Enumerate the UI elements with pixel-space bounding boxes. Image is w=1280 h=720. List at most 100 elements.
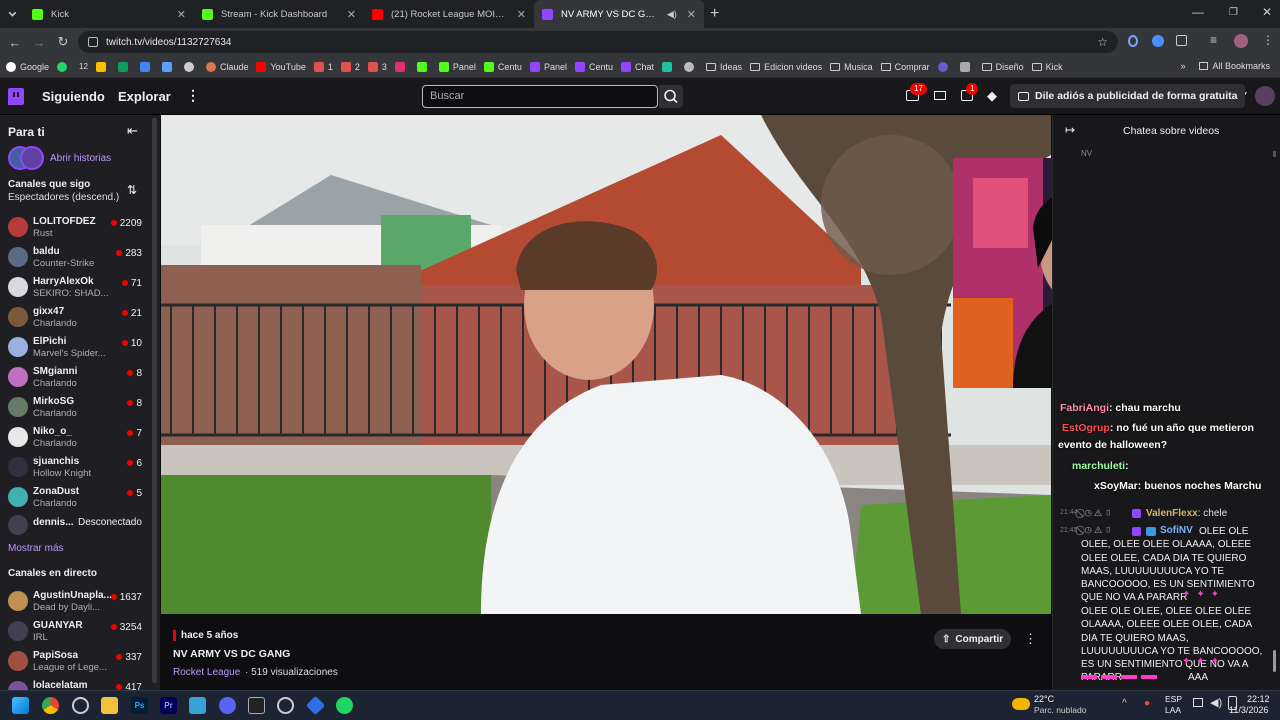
search-input[interactable]: Buscar [422,85,658,108]
windows-start-icon[interactable] [12,697,29,714]
bookmark[interactable] [95,61,110,72]
bookmark[interactable] [57,61,71,72]
notepad-icon[interactable] [189,697,206,714]
bookmark[interactable]: Google [6,61,49,72]
nav-browse[interactable]: Explorar [118,89,171,104]
collapse-sidebar-icon[interactable]: ⇤ [127,123,138,139]
bookmark[interactable]: 12 [79,62,88,71]
sidebar-channel[interactable]: SMgianni Charlando 8 [8,363,148,393]
all-bookmarks[interactable]: » All Bookmarks [1180,61,1270,71]
bookmark-folder[interactable]: Musica [830,62,873,72]
microphone-icon[interactable]: ● [1144,698,1150,709]
collapse-chat-icon[interactable]: ↦ [1065,123,1075,137]
browser-tab[interactable]: (21) Rocket League MOIMENTS✕ [364,0,534,28]
show-more-link[interactable]: Mostrar más [8,543,64,554]
reload-icon[interactable]: ↻ [51,34,75,50]
forward-icon[interactable]: → [27,35,51,50]
spotify-icon[interactable] [336,697,353,714]
bookmark[interactable] [394,61,409,72]
audio-icon[interactable]: ◀) [667,9,677,20]
sidebar-channel[interactable]: sjuanchis Hollow Knight 6 [8,453,148,483]
video-category-link[interactable]: Rocket League [173,667,240,678]
bookmark[interactable] [139,61,154,72]
open-stories-link[interactable]: Abrir historias [50,153,111,164]
bookmark[interactable]: Chat [621,61,654,72]
close-window-icon[interactable]: ✕ [1262,5,1272,19]
chat-username[interactable]: xSoyMar [1094,480,1138,492]
extensions-puzzle-icon[interactable] [1176,35,1187,46]
sidebar-scrollbar[interactable] [152,118,157,683]
sidebar-channel[interactable]: GUANYAR IRL 3254 [8,617,148,647]
close-tab-icon[interactable]: ✕ [681,8,696,21]
sidebar-channel[interactable]: ElPichi Marvel's Spider... 10 [8,333,148,363]
video-player[interactable] [161,115,1051,614]
chevron-right-icon[interactable]: » [1180,61,1185,71]
sidebar-channel[interactable]: Niko_o_ Charlando 7 [8,423,148,453]
close-tab-icon[interactable]: ✕ [511,8,526,21]
bookmark[interactable] [183,61,198,72]
sort-icon[interactable]: ⇅ [127,183,137,197]
chat-scroll-thumb[interactable] [1273,650,1276,672]
chat-username[interactable]: ValenFlexx [1146,508,1198,519]
sidebar-channel[interactable]: baldu Counter-Strike 283 [8,243,148,273]
network-icon[interactable] [1193,698,1203,707]
bookmark[interactable]: Centu [574,61,613,72]
sidebar-channel[interactable]: LOLITOFDEZ Rust 2209 [8,213,148,243]
language-code[interactable]: ESP [1165,694,1182,704]
menu-kebab-icon[interactable]: ⋮ [1262,33,1274,47]
weather-icon[interactable] [1012,698,1030,710]
chevron-up-icon[interactable]: ^ [1122,698,1127,709]
sidebar-channel[interactable]: AgustinUnapla... Dead by Dayli... 1637 [8,587,148,617]
app-icon[interactable] [72,697,89,714]
epic-games-icon[interactable] [248,697,265,714]
browser-tab[interactable]: Kick ✕ [24,0,194,28]
nav-following[interactable]: Siguiendo [42,89,105,104]
chrome-icon[interactable] [42,697,59,714]
clock-date[interactable]: 11/3/2026 [1229,705,1268,715]
address-bar[interactable]: twitch.tv/videos/1132727634 ☆ [78,31,1118,53]
more-kebab-icon[interactable]: ⋮ [186,87,200,104]
extension-icon[interactable] [1128,35,1138,47]
chat-username[interactable]: FabriAngi [1060,402,1109,414]
bookmark[interactable]: Centu [483,61,522,72]
extension-icon[interactable] [1152,35,1164,47]
browser-tab-active[interactable]: NV ARMY VS DC GANG - Tw ◀) ✕ [534,0,704,28]
bookmark-folder[interactable]: Kick [1031,62,1063,72]
bookmark[interactable] [117,61,132,72]
bookmark[interactable]: 2 [340,61,360,72]
sidebar-channel[interactable]: lolacelatam 417 [8,677,148,690]
bookmark[interactable]: 1 [313,61,333,72]
share-button[interactable]: ⇧ Compartir [934,629,1012,649]
media-control-icon[interactable]: ≡ [1210,33,1217,47]
browser-tab[interactable]: Stream - Kick Dashboard ✕ [194,0,364,28]
bookmark-folder[interactable]: Ideas [706,62,742,72]
ad-free-button[interactable]: Dile adiós a publicidad de forma gratuit… [1010,84,1246,108]
close-tab-icon[interactable]: ✕ [341,8,356,21]
restore-icon[interactable]: ❐ [1229,7,1238,18]
bookmark[interactable]: 3 [367,61,387,72]
bookmark[interactable] [662,61,676,72]
mod-actions-icon[interactable]: ⃠ ◷ ⚠ ▯ [1082,508,1112,519]
app-icon[interactable] [277,697,294,714]
minimize-icon[interactable]: — [1192,5,1204,19]
sidebar-channel[interactable]: gixx47 Charlando 21 [8,303,148,333]
photoshop-icon[interactable]: Ps [131,697,148,714]
sidebar-channel[interactable]: HarryAlexOk SEKIRO: SHAD... 71 [8,273,148,303]
volume-icon[interactable]: ◀) [1210,696,1222,709]
sidebar-channel[interactable]: ZonaDust Charlando 5 [8,483,148,513]
chat-username[interactable]: marchuleti [1072,460,1125,472]
close-tab-icon[interactable]: ✕ [171,8,186,21]
file-explorer-icon[interactable] [101,697,118,714]
more-options-icon[interactable]: ⋮ [1024,631,1037,647]
user-avatar[interactable] [1255,86,1275,106]
profile-avatar[interactable] [1234,34,1248,48]
bookmark[interactable] [937,61,952,72]
tab-search-icon[interactable] [0,0,24,28]
bookmark-folder[interactable]: Edicion videos [750,62,822,72]
new-tab-button[interactable]: + [710,0,719,28]
bookmark[interactable]: Panel [529,61,567,72]
bookmark[interactable]: Panel [438,61,476,72]
bookmark[interactable] [161,61,176,72]
chat-username[interactable]: EstOgrup [1062,422,1110,434]
offline-channel[interactable]: dennis... Desconectado [8,510,148,540]
